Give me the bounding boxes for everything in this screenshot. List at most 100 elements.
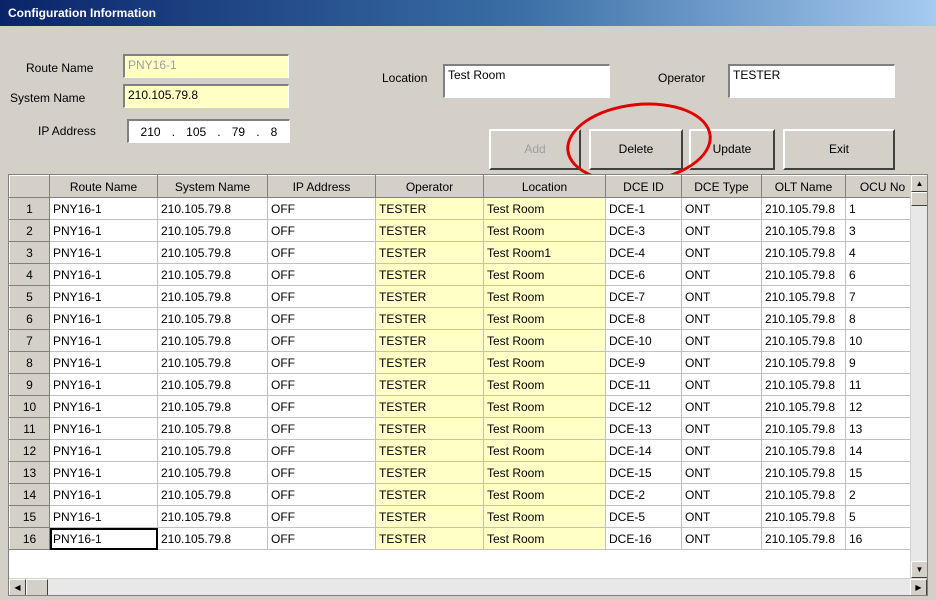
cell-location[interactable]: Test Room [483, 285, 606, 308]
table-row[interactable]: 15 PNY16-1 210.105.79.8 OFF TESTER Test Room D… [9, 505, 920, 528]
column-header-dce-type[interactable]: DCE Type [681, 175, 762, 198]
location-field[interactable]: Test Room [443, 64, 610, 98]
cell-dce-id[interactable]: DCE-16 [605, 527, 682, 550]
cell-operator[interactable]: TESTER [375, 417, 484, 440]
cell-route-name[interactable]: PNY16-1 [49, 417, 158, 440]
cell-olt-name[interactable]: 210.105.79.8 [761, 505, 846, 528]
cell-route-name[interactable]: PNY16-1 [49, 461, 158, 484]
cell-dce-id[interactable]: DCE-13 [605, 417, 682, 440]
cell-system-name[interactable]: 210.105.79.8 [157, 373, 268, 396]
cell-dce-type[interactable]: ONT [681, 505, 762, 528]
cell-dce-type[interactable]: ONT [681, 329, 762, 352]
table-row[interactable]: 11 PNY16-1 210.105.79.8 OFF TESTER Test Room D… [9, 417, 920, 440]
cell-location[interactable]: Test Room [483, 351, 606, 374]
cell-operator[interactable]: TESTER [375, 219, 484, 242]
cell-ip-address[interactable]: OFF [267, 197, 376, 220]
cell-ip-address[interactable]: OFF [267, 417, 376, 440]
cell-location[interactable]: Test Room [483, 483, 606, 506]
cell-route-name[interactable]: PNY16-1 [49, 439, 158, 462]
table-row[interactable]: 5 PNY16-1 210.105.79.8 OFF TESTER Test Room DC… [9, 285, 920, 308]
cell-ocu-no[interactable]: 7 [845, 285, 920, 308]
table-row[interactable]: 14 PNY16-1 210.105.79.8 OFF TESTER Test Room D… [9, 483, 920, 506]
cell-dce-type[interactable]: ONT [681, 417, 762, 440]
column-header-ip-address[interactable]: IP Address [267, 175, 376, 198]
table-row[interactable]: 4 PNY16-1 210.105.79.8 OFF TESTER Test Room DC… [9, 263, 920, 286]
cell-operator[interactable]: TESTER [375, 241, 484, 264]
cell-dce-type[interactable]: ONT [681, 483, 762, 506]
cell-dce-id[interactable]: DCE-1 [605, 197, 682, 220]
cell-route-name[interactable]: PNY16-1 [49, 329, 158, 352]
table-row[interactable]: 10 PNY16-1 210.105.79.8 OFF TESTER Test Room D… [9, 395, 920, 418]
cell-system-name[interactable]: 210.105.79.8 [157, 439, 268, 462]
row-number[interactable]: 15 [9, 505, 50, 528]
row-number[interactable]: 13 [9, 461, 50, 484]
cell-dce-id[interactable]: DCE-14 [605, 439, 682, 462]
cell-olt-name[interactable]: 210.105.79.8 [761, 263, 846, 286]
cell-ip-address[interactable]: OFF [267, 373, 376, 396]
cell-dce-id[interactable]: DCE-9 [605, 351, 682, 374]
cell-ip-address[interactable]: OFF [267, 329, 376, 352]
cell-location[interactable]: Test Room [483, 373, 606, 396]
cell-operator[interactable]: TESTER [375, 197, 484, 220]
cell-dce-type[interactable]: ONT [681, 197, 762, 220]
cell-operator[interactable]: TESTER [375, 439, 484, 462]
cell-system-name[interactable]: 210.105.79.8 [157, 417, 268, 440]
route-name-field[interactable]: PNY16-1 [123, 54, 289, 78]
column-header-ocu-no[interactable]: OCU No [845, 175, 920, 198]
cell-ocu-no[interactable]: 8 [845, 307, 920, 330]
cell-system-name[interactable]: 210.105.79.8 [157, 395, 268, 418]
cell-olt-name[interactable]: 210.105.79.8 [761, 527, 846, 550]
cell-dce-type[interactable]: ONT [681, 285, 762, 308]
cell-operator[interactable]: TESTER [375, 461, 484, 484]
table-row[interactable]: 9 PNY16-1 210.105.79.8 OFF TESTER Test Room DC… [9, 373, 920, 396]
cell-ip-address[interactable]: OFF [267, 505, 376, 528]
row-number[interactable]: 11 [9, 417, 50, 440]
cell-route-name[interactable]: PNY16-1 [49, 483, 158, 506]
cell-operator[interactable]: TESTER [375, 329, 484, 352]
cell-system-name[interactable]: 210.105.79.8 [157, 307, 268, 330]
cell-dce-type[interactable]: ONT [681, 219, 762, 242]
cell-olt-name[interactable]: 210.105.79.8 [761, 373, 846, 396]
cell-system-name[interactable]: 210.105.79.8 [157, 263, 268, 286]
table-row[interactable]: 1 PNY16-1 210.105.79.8 OFF TESTER Test Room DC… [9, 197, 920, 220]
cell-route-name[interactable]: PNY16-1 [49, 395, 158, 418]
row-number[interactable]: 6 [9, 307, 50, 330]
cell-system-name[interactable]: 210.105.79.8 [157, 241, 268, 264]
cell-system-name[interactable]: 210.105.79.8 [157, 219, 268, 242]
cell-dce-id[interactable]: DCE-2 [605, 483, 682, 506]
ip-address-field[interactable]: 210 . 105 . 79 . 8 [127, 119, 290, 143]
cell-ocu-no[interactable]: 1 [845, 197, 920, 220]
cell-route-name[interactable]: PNY16-1 [49, 373, 158, 396]
cell-operator[interactable]: TESTER [375, 395, 484, 418]
cell-dce-id[interactable]: DCE-5 [605, 505, 682, 528]
cell-olt-name[interactable]: 210.105.79.8 [761, 395, 846, 418]
cell-dce-id[interactable]: DCE-6 [605, 263, 682, 286]
exit-button[interactable]: Exit [783, 129, 895, 170]
row-number[interactable]: 4 [9, 263, 50, 286]
row-number[interactable]: 2 [9, 219, 50, 242]
cell-ip-address[interactable]: OFF [267, 461, 376, 484]
cell-dce-type[interactable]: ONT [681, 241, 762, 264]
cell-dce-id[interactable]: DCE-4 [605, 241, 682, 264]
cell-olt-name[interactable]: 210.105.79.8 [761, 461, 846, 484]
cell-dce-type[interactable]: ONT [681, 527, 762, 550]
cell-system-name[interactable]: 210.105.79.8 [157, 351, 268, 374]
cell-ocu-no[interactable]: 14 [845, 439, 920, 462]
cell-route-name[interactable]: PNY16-1 [49, 351, 158, 374]
cell-operator[interactable]: TESTER [375, 285, 484, 308]
cell-route-name[interactable]: PNY16-1 [49, 219, 158, 242]
cell-ocu-no[interactable]: 10 [845, 329, 920, 352]
cell-operator[interactable]: TESTER [375, 307, 484, 330]
cell-system-name[interactable]: 210.105.79.8 [157, 461, 268, 484]
cell-dce-id[interactable]: DCE-10 [605, 329, 682, 352]
cell-ip-address[interactable]: OFF [267, 395, 376, 418]
row-number[interactable]: 14 [9, 483, 50, 506]
cell-olt-name[interactable]: 210.105.79.8 [761, 241, 846, 264]
column-header-route-name[interactable]: Route Name [49, 175, 158, 198]
cell-dce-type[interactable]: ONT [681, 263, 762, 286]
cell-operator[interactable]: TESTER [375, 373, 484, 396]
cell-dce-id[interactable]: DCE-11 [605, 373, 682, 396]
cell-ip-address[interactable]: OFF [267, 263, 376, 286]
cell-ocu-no[interactable]: 2 [845, 483, 920, 506]
cell-operator[interactable]: TESTER [375, 263, 484, 286]
